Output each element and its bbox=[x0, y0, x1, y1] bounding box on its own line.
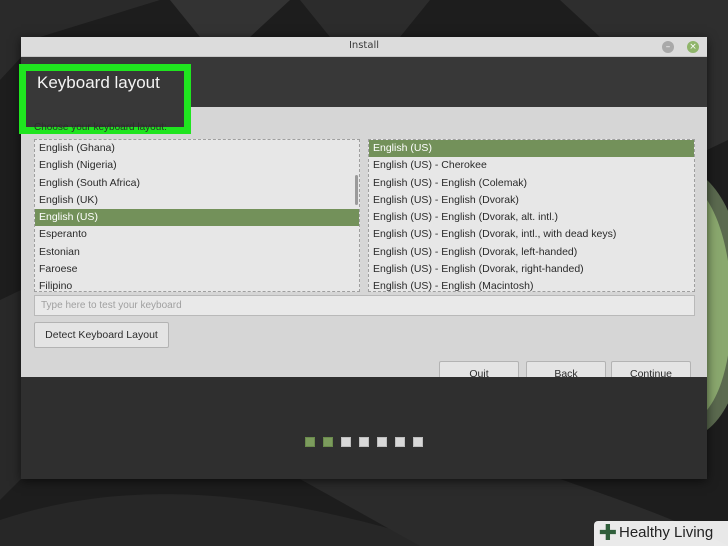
layout-list-item[interactable]: English (South Africa) bbox=[35, 175, 359, 192]
progress-dot-complete bbox=[305, 437, 315, 447]
layout-list-item-selected[interactable]: English (US) bbox=[35, 209, 359, 227]
keyboard-test-input[interactable] bbox=[34, 295, 695, 316]
progress-dot bbox=[341, 437, 351, 447]
progress-footer bbox=[21, 377, 707, 479]
variant-list-item[interactable]: English (US) - English (Dvorak, alt. int… bbox=[369, 209, 694, 226]
variant-list-item[interactable]: English (US) - English (Colemak) bbox=[369, 175, 694, 192]
watermark: ✚ Healthy Living bbox=[594, 521, 728, 546]
progress-dot bbox=[359, 437, 369, 447]
layout-list[interactable]: English (Ghana) English (Nigeria) Englis… bbox=[34, 139, 360, 292]
layout-list-item[interactable]: English (Nigeria) bbox=[35, 157, 359, 174]
window-title: Install bbox=[348, 40, 380, 51]
variant-list-item[interactable]: English (US) - English (Dvorak, left-han… bbox=[369, 244, 694, 261]
layout-prompt: Choose your keyboard layout: bbox=[34, 122, 167, 133]
layout-list-item[interactable]: Estonian bbox=[35, 244, 359, 261]
layout-list-scrollbar[interactable] bbox=[355, 140, 358, 291]
layout-list-item[interactable]: Faroese bbox=[35, 261, 359, 278]
variant-list-item[interactable]: English (US) - English (Dvorak, right-ha… bbox=[369, 261, 694, 278]
layout-list-item[interactable]: Esperanto bbox=[35, 226, 359, 243]
variant-list-item-selected[interactable]: English (US) bbox=[369, 140, 694, 158]
page-title: Keyboard layout bbox=[37, 73, 160, 92]
variant-list-item[interactable]: English (US) - Cherokee bbox=[369, 157, 694, 174]
watermark-text: Healthy Living bbox=[619, 524, 714, 541]
close-button[interactable]: × bbox=[687, 41, 699, 53]
progress-dot bbox=[377, 437, 387, 447]
layout-list-item[interactable]: Filipino bbox=[35, 278, 359, 291]
progress-dot bbox=[413, 437, 423, 447]
scrollbar-thumb[interactable] bbox=[355, 175, 358, 205]
layout-list-item[interactable]: English (Ghana) bbox=[35, 140, 359, 157]
plus-icon: ✚ bbox=[598, 521, 618, 546]
main-content: Choose your keyboard layout: English (Gh… bbox=[21, 107, 707, 387]
progress-dots bbox=[305, 437, 423, 447]
variant-list-item[interactable]: English (US) - English (Dvorak) bbox=[369, 192, 694, 209]
variant-list[interactable]: English (US) English (US) - Cherokee Eng… bbox=[368, 139, 695, 292]
progress-dot bbox=[395, 437, 405, 447]
detect-layout-button[interactable]: Detect Keyboard Layout bbox=[34, 322, 169, 348]
installer-window: Install – × Choose your keyboard layout:… bbox=[19, 37, 707, 479]
minimize-button[interactable]: – bbox=[662, 41, 674, 53]
layout-list-item[interactable]: English (UK) bbox=[35, 192, 359, 209]
progress-dot-complete bbox=[323, 437, 333, 447]
variant-list-item[interactable]: English (US) - English (Dvorak, intl., w… bbox=[369, 226, 694, 243]
title-bar: Install – × bbox=[21, 37, 707, 57]
variant-list-item[interactable]: English (US) - English (Macintosh) bbox=[369, 278, 694, 291]
